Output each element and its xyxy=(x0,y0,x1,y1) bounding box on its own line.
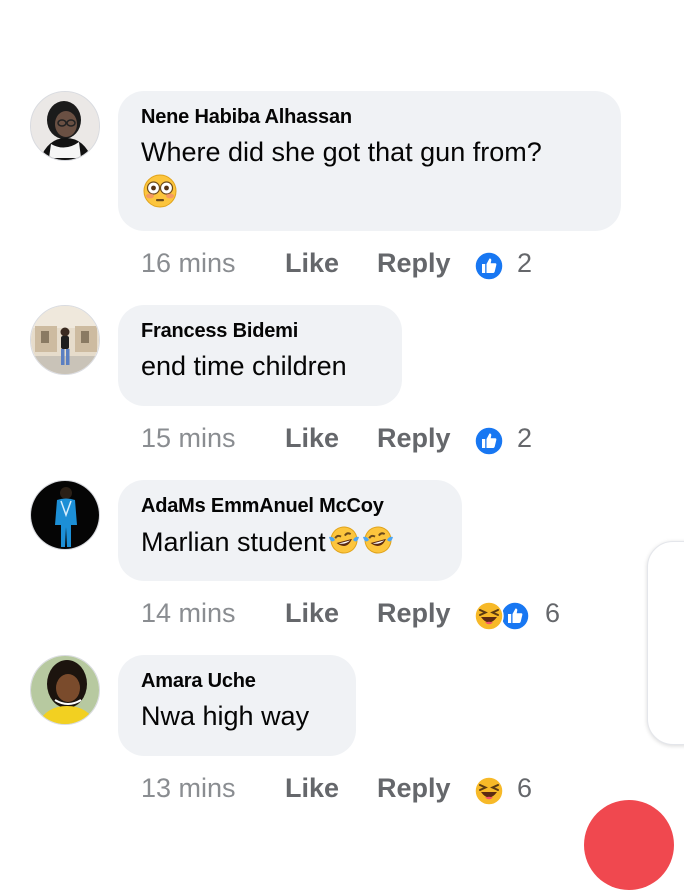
comment-bubble: Francess Bidemi end time children xyxy=(118,305,402,406)
avatar[interactable] xyxy=(30,305,100,375)
comment-actions: 15 mins Like Reply 2 xyxy=(141,420,561,456)
comment-text: Where did she got that gun from? xyxy=(141,137,542,167)
user-photo-icon xyxy=(31,481,99,549)
reactions-summary[interactable]: 6 xyxy=(474,770,544,806)
comment-timestamp[interactable]: 16 mins xyxy=(141,245,236,281)
side-panel-edge[interactable] xyxy=(647,541,684,745)
avatar[interactable] xyxy=(30,655,100,725)
tears-of-joy-icon xyxy=(362,524,394,564)
haha-reaction-icon xyxy=(474,601,504,631)
tears-of-joy-icon xyxy=(328,524,360,564)
user-photo-icon xyxy=(31,656,99,724)
comment-bubble: Nene Habiba Alhassan Where did she got t… xyxy=(118,91,621,231)
avatar[interactable] xyxy=(30,480,100,550)
comment-actions: 16 mins Like Reply 2 xyxy=(141,245,561,281)
comment-timestamp[interactable]: 14 mins xyxy=(141,595,236,631)
user-photo-icon xyxy=(31,306,99,374)
flushed-face-icon xyxy=(142,173,598,214)
comment-timestamp[interactable]: 13 mins xyxy=(141,770,236,806)
user-photo-icon xyxy=(31,92,99,160)
reaction-count: 6 xyxy=(545,598,561,628)
comment-actions: 13 mins Like Reply 6 xyxy=(141,770,561,806)
comment-author[interactable]: Amara Uche xyxy=(141,669,333,693)
like-button[interactable]: Like xyxy=(285,770,339,806)
reactions-summary[interactable]: 2 xyxy=(474,245,544,281)
avatar[interactable] xyxy=(30,91,100,161)
comment-author[interactable]: Nene Habiba Alhassan xyxy=(141,105,598,129)
comment-text: Nwa high way xyxy=(141,701,310,731)
comment-bubble: AdaMs EmmAnuel McCoy Marlian student xyxy=(118,480,462,581)
reaction-count: 2 xyxy=(517,248,533,278)
reaction-count: 2 xyxy=(517,423,533,453)
comment-timestamp[interactable]: 15 mins xyxy=(141,420,236,456)
reactions-summary[interactable]: 2 xyxy=(474,420,544,456)
like-button[interactable]: Like xyxy=(285,595,339,631)
reply-button[interactable]: Reply xyxy=(377,595,451,631)
comment-bubble: Amara Uche Nwa high way xyxy=(118,655,356,756)
reaction-count: 6 xyxy=(517,773,533,803)
reply-button[interactable]: Reply xyxy=(377,245,451,281)
reply-button[interactable]: Reply xyxy=(377,420,451,456)
reactions-summary[interactable]: 6 xyxy=(474,595,574,631)
haha-reaction-icon xyxy=(474,776,504,806)
like-reaction-icon xyxy=(500,601,530,631)
like-reaction-icon xyxy=(474,251,504,281)
reply-button[interactable]: Reply xyxy=(377,770,451,806)
like-reaction-icon xyxy=(474,426,504,456)
like-button[interactable]: Like xyxy=(285,245,339,281)
comment-author[interactable]: Francess Bidemi xyxy=(141,319,379,343)
comment-text: Marlian student xyxy=(141,524,439,564)
comment-text: end time children xyxy=(141,351,347,381)
comment-text-content: Marlian student xyxy=(141,527,326,557)
comment-actions: 14 mins Like Reply 6 xyxy=(141,595,581,631)
like-button[interactable]: Like xyxy=(285,420,339,456)
comment-author[interactable]: AdaMs EmmAnuel McCoy xyxy=(141,494,439,518)
